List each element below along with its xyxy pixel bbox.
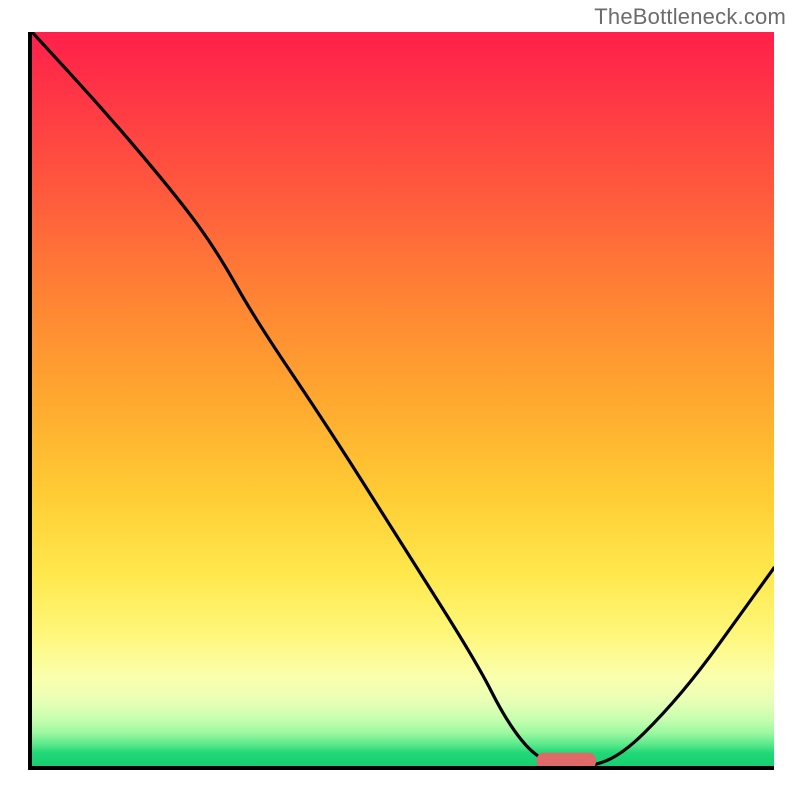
- optimal-marker: [537, 753, 596, 766]
- chart-container: TheBottleneck.com: [0, 0, 800, 800]
- watermark-text: TheBottleneck.com: [594, 4, 786, 30]
- curve-path: [32, 32, 774, 766]
- chart-overlay: [32, 32, 774, 766]
- plot-area: [28, 32, 774, 770]
